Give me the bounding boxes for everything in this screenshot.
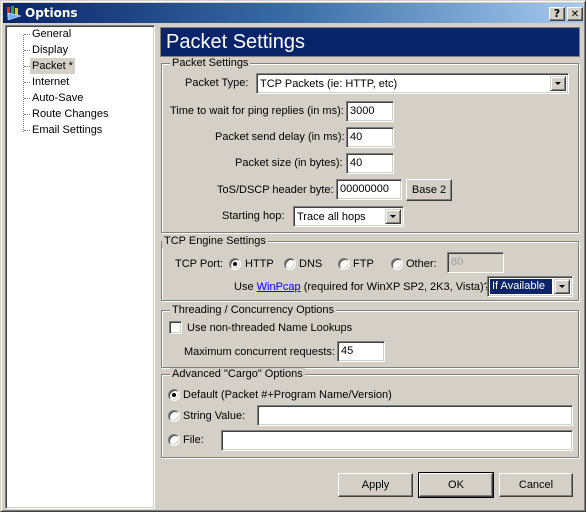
sidebar-item-internet[interactable]: Internet	[30, 74, 71, 90]
group-legend: Packet Settings	[170, 57, 251, 70]
cargo-default-label[interactable]: Default (Packet #+Program Name/Version)	[183, 388, 392, 402]
radio-ftp[interactable]	[338, 258, 350, 270]
cargo-string-label[interactable]: String Value:	[183, 409, 245, 423]
radio-dns-label[interactable]: DNS	[299, 257, 322, 271]
send-delay-input[interactable]: 40	[346, 127, 394, 148]
non-threaded-checkbox[interactable]	[169, 321, 182, 334]
max-requests-input[interactable]: 45	[337, 341, 385, 362]
tos-label: ToS/DSCP header byte:	[217, 184, 334, 196]
cancel-button[interactable]: Cancel	[499, 473, 573, 497]
apply-button[interactable]: Apply	[338, 473, 413, 497]
radio-ftp-label[interactable]: FTP	[353, 257, 374, 271]
winpcap-suffix: (required for WinXP SP2, 2K3, Vista)?	[300, 281, 490, 293]
group-legend: Advanced "Cargo" Options	[170, 368, 305, 381]
winpcap-prefix: Use	[234, 281, 257, 293]
winpcap-value: If Available	[490, 279, 552, 294]
help-button[interactable]: ?	[549, 7, 565, 21]
ping-wait-label: Time to wait for ping replies (in ms):	[170, 105, 344, 117]
packet-type-label: Packet Type:	[185, 77, 249, 89]
cargo-string-input[interactable]	[257, 405, 573, 426]
radio-other-label[interactable]: Other:	[406, 257, 437, 271]
radio-cargo-file[interactable]	[168, 434, 180, 446]
send-delay-label: Packet send delay (in ms):	[215, 131, 345, 143]
settings-tree[interactable]: General Display Packet * Internet Auto-S…	[5, 25, 155, 509]
max-requests-label: Maximum concurrent requests:	[184, 346, 335, 358]
help-icon: ?	[553, 7, 561, 20]
cargo-file-label[interactable]: File:	[183, 433, 204, 447]
sidebar-item-auto-save[interactable]: Auto-Save	[30, 90, 85, 106]
title-bar[interactable]: Options ? ✕	[3, 3, 583, 23]
base-toggle-button[interactable]: Base 2	[406, 179, 452, 201]
packet-type-select[interactable]: TCP Packets (ie: HTTP, etc)	[256, 73, 569, 94]
chevron-down-icon[interactable]	[554, 279, 570, 294]
tcp-port-label: TCP Port:	[175, 258, 224, 270]
packet-size-label: Packet size (in bytes):	[235, 157, 343, 169]
winpcap-label: Use WinPcap (required for WinXP SP2, 2K3…	[234, 280, 490, 294]
group-legend: TCP Engine Settings	[162, 235, 268, 248]
other-port-input[interactable]: 80	[447, 252, 504, 273]
sidebar-item-packet[interactable]: Packet *	[30, 58, 75, 74]
ok-button[interactable]: OK	[418, 472, 494, 498]
window-title: Options	[25, 6, 78, 20]
page-title: Packet Settings	[166, 31, 305, 53]
ping-wait-input[interactable]: 3000	[346, 101, 394, 122]
options-dialog: Options ? ✕ General Display Packet * Int…	[0, 0, 586, 512]
packet-size-input[interactable]: 40	[346, 153, 394, 174]
chevron-down-icon[interactable]	[550, 76, 566, 91]
radio-http-label[interactable]: HTTP	[245, 257, 274, 271]
tos-input[interactable]: 00000000	[336, 179, 402, 200]
winpcap-link[interactable]: WinPcap	[257, 281, 301, 293]
radio-dns[interactable]	[284, 258, 296, 270]
winpcap-select[interactable]: If Available	[487, 276, 573, 297]
sidebar-item-email-settings[interactable]: Email Settings	[30, 122, 104, 138]
close-button[interactable]: ✕	[567, 7, 583, 21]
group-legend: Threading / Concurrency Options	[170, 304, 337, 317]
cargo-file-input[interactable]	[221, 430, 573, 451]
sidebar-item-route-changes[interactable]: Route Changes	[30, 106, 110, 122]
sidebar-item-display[interactable]: Display	[30, 42, 70, 58]
starting-hop-label: Starting hop:	[222, 210, 285, 222]
page-header: Packet Settings	[160, 27, 580, 57]
starting-hop-select[interactable]: Trace all hops	[293, 206, 404, 227]
radio-cargo-string[interactable]	[168, 410, 180, 422]
close-icon: ✕	[570, 9, 580, 20]
non-threaded-label[interactable]: Use non-threaded Name Lookups	[187, 321, 352, 335]
radio-http[interactable]	[229, 258, 241, 270]
packet-type-value: TCP Packets (ie: HTTP, etc)	[260, 78, 398, 90]
chevron-down-icon[interactable]	[385, 209, 401, 224]
radio-other[interactable]	[391, 258, 403, 270]
sidebar-item-general[interactable]: General	[30, 26, 73, 42]
app-icon	[7, 6, 22, 21]
starting-hop-value: Trace all hops	[297, 211, 366, 223]
radio-cargo-default[interactable]	[168, 389, 180, 401]
